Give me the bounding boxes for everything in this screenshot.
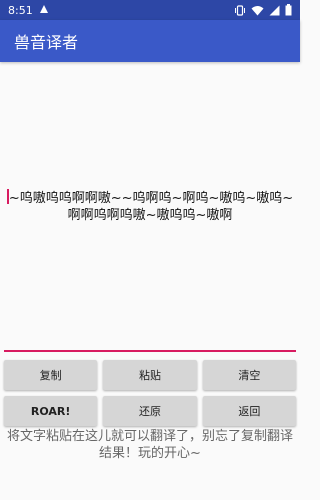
paste-button[interactable]: 粘贴 [103, 360, 197, 390]
notification-icon [39, 4, 49, 17]
hint-text: 将文字粘贴在这儿就可以翻译了，别忘了复制翻译结果！玩的开心~ [6, 429, 293, 461]
clear-button[interactable]: 清空 [202, 360, 296, 390]
editor-content[interactable]: ~呜嗷呜呜啊啊嗷~~呜啊呜~啊呜~嗷呜~嗷呜~啊啊呜啊呜嗷~嗷呜呜~嗷啊 [4, 188, 296, 224]
back-button[interactable]: 返回 [202, 396, 296, 426]
app-title: 兽音译者 [14, 33, 79, 52]
wifi-icon [251, 5, 264, 16]
copy-button[interactable]: 复制 [4, 360, 98, 390]
status-bar: 8:51 [0, 0, 300, 20]
restore-button[interactable]: 还原 [103, 396, 197, 426]
status-time: 8:51 [8, 3, 33, 17]
text-editor[interactable]: ~呜嗷呜呜啊啊嗷~~呜啊呜~啊呜~嗷呜~嗷呜~啊啊呜啊呜嗷~嗷呜呜~嗷啊 [0, 62, 300, 350]
editor-text: ~呜嗷呜呜啊啊嗷~~呜啊呜~啊呜~嗷呜~嗷呜~啊啊呜啊呜嗷~嗷呜呜~嗷啊 [8, 190, 294, 223]
vibrate-icon [234, 4, 246, 16]
signal-icon [269, 5, 280, 16]
roar-button[interactable]: ROAR! [4, 396, 98, 426]
button-grid: 复制 粘贴 清空 ROAR! 还原 返回 [0, 352, 300, 426]
battery-icon [285, 4, 292, 16]
app-bar: 兽音译者 [0, 20, 300, 62]
